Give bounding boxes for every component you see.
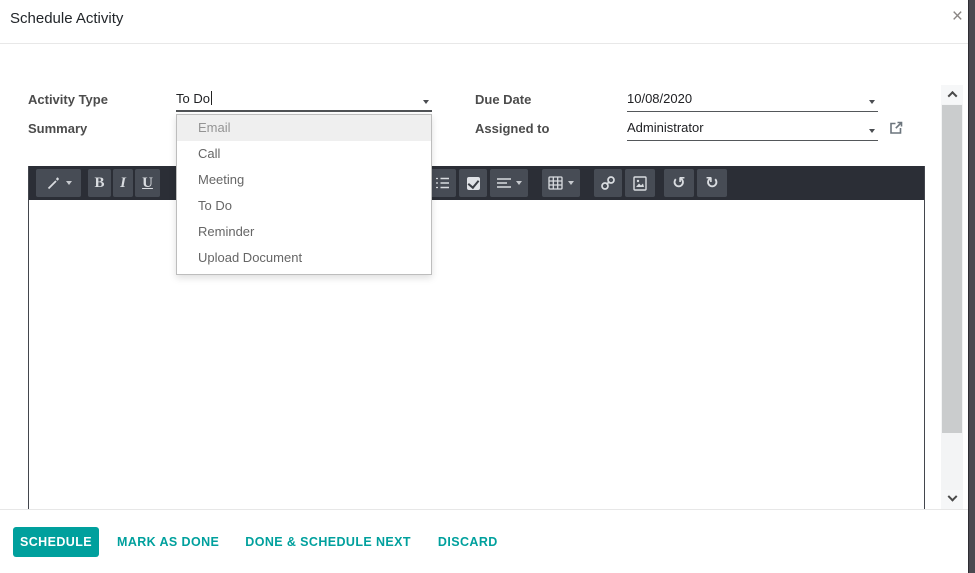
summary-label: Summary	[28, 121, 88, 136]
due-date-input[interactable]: 10/08/2020	[627, 87, 878, 112]
style-magic-wand-button[interactable]	[36, 169, 81, 197]
bold-button[interactable]: B	[88, 169, 111, 197]
link-button[interactable]	[594, 169, 622, 197]
scroll-down-button[interactable]	[941, 490, 963, 509]
rich-text-editor: B I U ↺ ↻	[28, 166, 925, 509]
assigned-to-label: Assigned to	[475, 121, 550, 136]
activity-type-label: Activity Type	[28, 92, 108, 107]
dropdown-item-email[interactable]: Email	[177, 115, 431, 141]
activity-type-dropdown: Email Call Meeting To Do Reminder Upload…	[176, 114, 432, 275]
chevron-up-icon	[947, 90, 957, 101]
chevron-down-icon	[568, 181, 574, 185]
mark-as-done-button[interactable]: MARK AS DONE	[117, 535, 219, 549]
ordered-list-button[interactable]	[429, 169, 456, 197]
editor-content-area[interactable]	[29, 200, 924, 509]
italic-button[interactable]: I	[113, 169, 133, 197]
dropdown-item-reminder[interactable]: Reminder	[177, 219, 431, 245]
magic-wand-icon	[47, 177, 59, 189]
schedule-activity-modal: Schedule Activity × Activity Type Summar…	[0, 0, 975, 573]
link-icon	[601, 176, 615, 190]
redo-button[interactable]: ↻	[697, 169, 727, 197]
underline-button[interactable]: U	[135, 169, 160, 197]
dropdown-item-call[interactable]: Call	[177, 141, 431, 167]
assigned-to-input[interactable]: Administrator	[627, 116, 878, 141]
modal-footer: SCHEDULE MARK AS DONE DONE & SCHEDULE NE…	[0, 509, 968, 573]
chevron-down-icon[interactable]	[869, 129, 875, 133]
close-icon[interactable]: ×	[952, 6, 963, 28]
dropdown-item-meeting[interactable]: Meeting	[177, 167, 431, 193]
text-cursor	[210, 91, 212, 105]
scroll-up-button[interactable]	[941, 85, 963, 104]
activity-type-value: To Do	[176, 91, 210, 106]
due-date-label: Due Date	[475, 92, 532, 107]
due-date-value: 10/08/2020	[627, 91, 693, 106]
chevron-down-icon	[947, 491, 957, 502]
align-left-icon	[496, 177, 511, 188]
table-icon	[548, 176, 563, 190]
image-icon	[633, 175, 647, 191]
editor-toolbar: B I U ↺ ↻	[29, 166, 924, 200]
checkbox-icon	[466, 176, 480, 190]
done-and-schedule-next-button[interactable]: DONE & SCHEDULE NEXT	[245, 535, 411, 549]
activity-type-input[interactable]: To Do	[176, 87, 432, 112]
vertical-scrollbar[interactable]	[941, 85, 963, 509]
external-link-icon[interactable]	[888, 120, 904, 136]
chevron-down-icon[interactable]	[423, 100, 429, 104]
dropdown-item-todo[interactable]: To Do	[177, 193, 431, 219]
page-edge-strip	[968, 0, 975, 573]
paragraph-align-button[interactable]	[490, 169, 528, 197]
scrollbar-thumb[interactable]	[942, 105, 962, 433]
chevron-down-icon	[515, 181, 522, 185]
image-button[interactable]	[625, 169, 655, 197]
table-button[interactable]	[542, 169, 580, 197]
header-divider	[0, 43, 968, 44]
chevron-down-icon[interactable]	[869, 100, 875, 104]
page-title: Schedule Activity	[10, 10, 124, 27]
discard-button[interactable]: DISCARD	[438, 535, 498, 549]
checklist-button[interactable]	[459, 169, 487, 197]
undo-button[interactable]: ↺	[664, 169, 694, 197]
dropdown-item-upload-document[interactable]: Upload Document	[177, 245, 431, 271]
schedule-button[interactable]: SCHEDULE	[13, 526, 99, 557]
chevron-down-icon	[65, 181, 72, 185]
ordered-list-icon	[436, 177, 449, 189]
assigned-to-value: Administrator	[627, 120, 704, 135]
